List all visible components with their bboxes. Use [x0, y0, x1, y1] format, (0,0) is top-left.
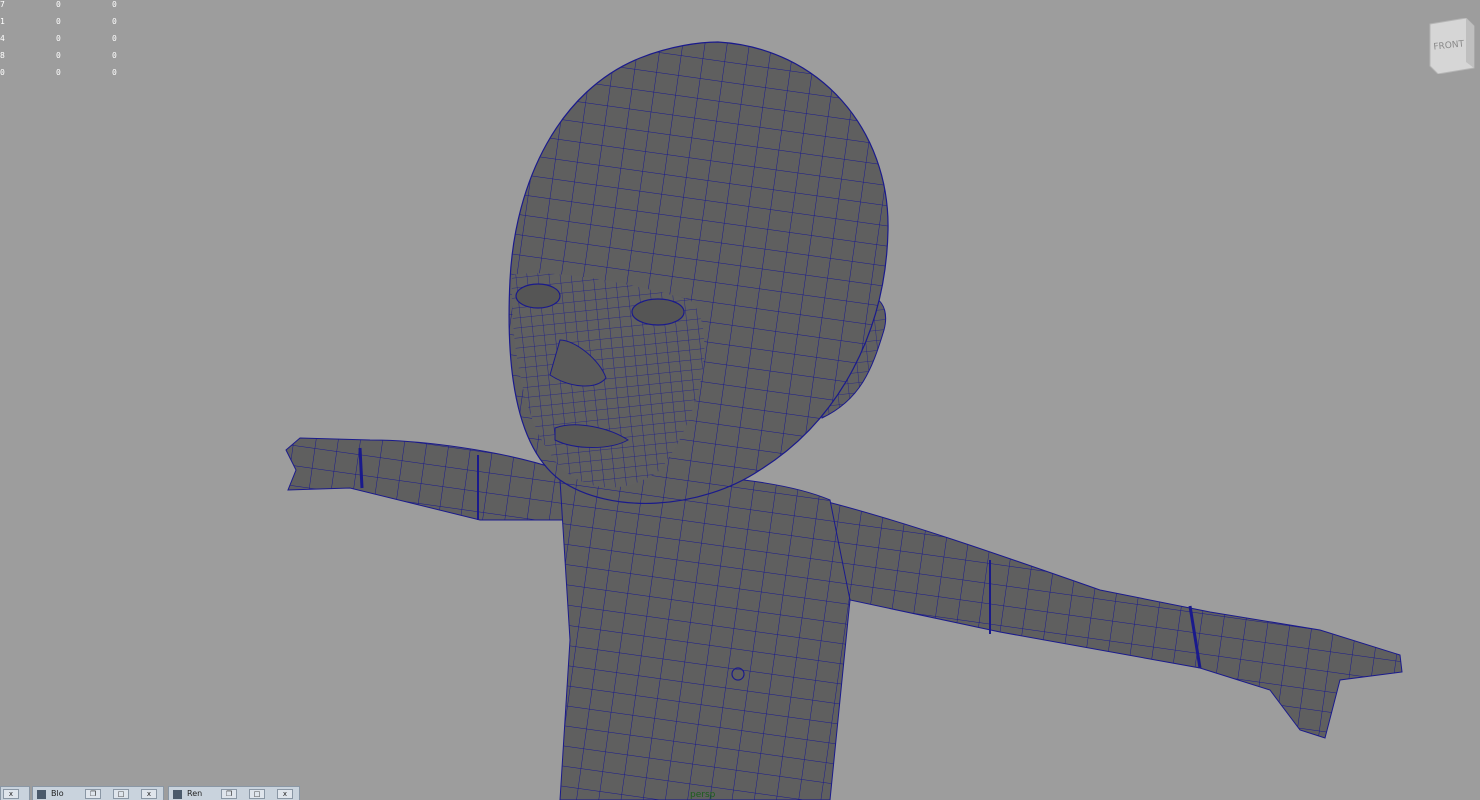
- restore-icon[interactable]: ❐: [85, 789, 101, 799]
- hud-value: 0: [56, 34, 61, 43]
- hud-value: 0: [112, 68, 117, 77]
- right-eye: [631, 298, 685, 326]
- viewport-3d[interactable]: [0, 0, 1480, 800]
- close-icon[interactable]: x: [277, 789, 293, 799]
- hud-value: 0: [56, 68, 61, 77]
- minimized-windows-bar: x Blo ❐ □ x Ren ❐ □ x: [0, 786, 310, 800]
- hud-stats: 7 0 0 1 0 0 4 0 0 8 0 0 0 0 0: [0, 0, 130, 85]
- close-icon[interactable]: x: [3, 789, 19, 799]
- hud-row: 1 0 0: [0, 17, 130, 34]
- left-eye: [515, 283, 561, 309]
- hud-row: 4 0 0: [0, 34, 130, 51]
- hud-row: 8 0 0: [0, 51, 130, 68]
- hud-value: 0: [112, 51, 117, 60]
- hud-value: 0: [112, 34, 117, 43]
- hud-row: 7 0 0: [0, 0, 130, 17]
- hud-value: 0: [56, 17, 61, 26]
- hud-value: 8: [0, 51, 5, 60]
- maximize-icon[interactable]: □: [249, 789, 265, 799]
- window-icon: [173, 790, 182, 799]
- hud-value: 0: [0, 68, 5, 77]
- viewcube[interactable]: FRONT: [1426, 18, 1476, 74]
- minimized-window-2[interactable]: Ren ❐ □ x: [168, 786, 300, 800]
- restore-icon[interactable]: ❐: [221, 789, 237, 799]
- maximize-icon[interactable]: □: [113, 789, 129, 799]
- minimized-window-1[interactable]: Blo ❐ □ x: [32, 786, 164, 800]
- minimized-window-label: Ren: [187, 789, 203, 798]
- hud-value: 1: [0, 17, 5, 26]
- hud-value: 4: [0, 34, 5, 43]
- baby-mesh[interactable]: [280, 40, 1410, 800]
- minimized-window-stub[interactable]: x: [0, 786, 30, 800]
- hud-value: 0: [112, 17, 117, 26]
- camera-label: persp: [690, 790, 716, 800]
- hud-value: 0: [56, 51, 61, 60]
- hud-value: 7: [0, 0, 5, 9]
- hud-value: 0: [56, 0, 61, 9]
- window-icon: [37, 790, 46, 799]
- hud-value: 0: [112, 0, 117, 9]
- close-icon[interactable]: x: [141, 789, 157, 799]
- minimized-window-label: Blo: [51, 789, 64, 798]
- hud-row: 0 0 0: [0, 68, 130, 85]
